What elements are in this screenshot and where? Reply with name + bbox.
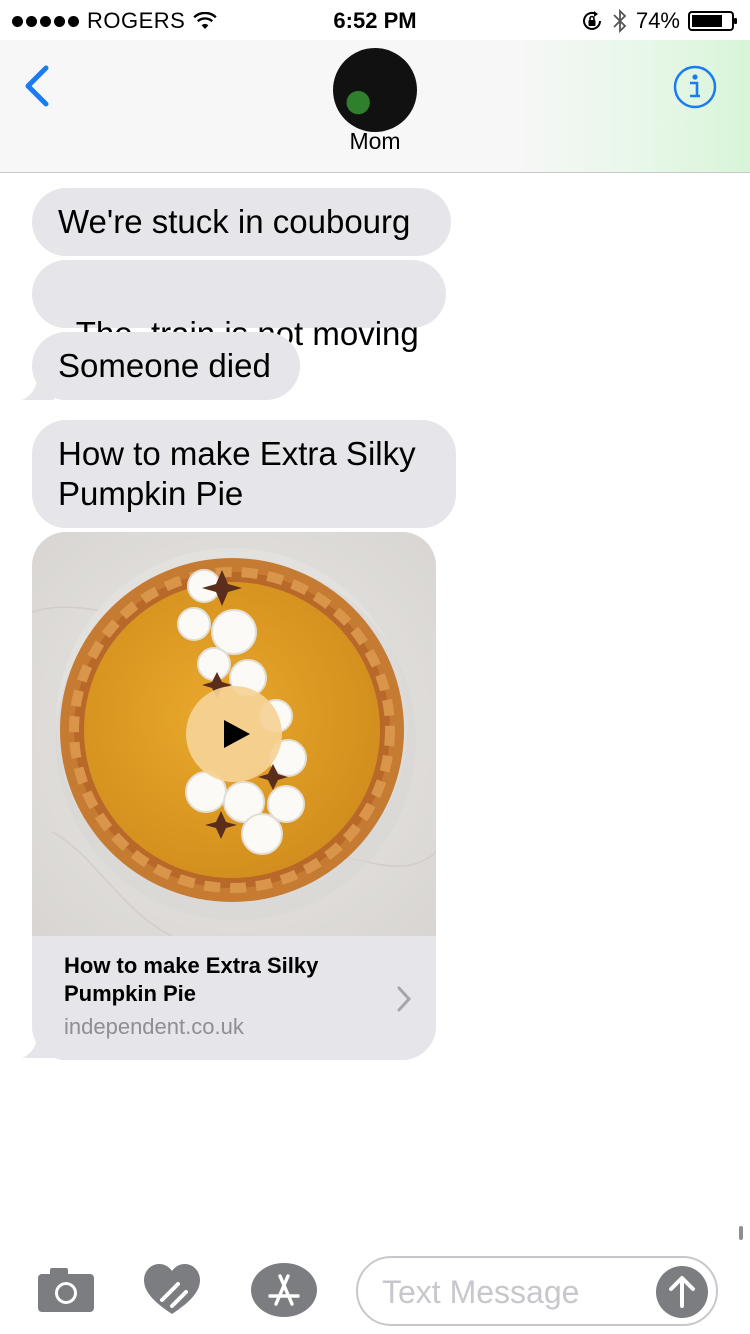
- status-bar: ROGERS 6:52 PM 74%: [0, 0, 750, 40]
- message-text: Someone died: [58, 347, 271, 384]
- incoming-message-bubble[interactable]: How to make Extra Silky Pumpkin Pie: [32, 420, 456, 528]
- link-title: How to make Extra Silky Pumpkin Pie: [64, 953, 319, 1006]
- scroll-indicator[interactable]: [739, 1226, 743, 1240]
- rotation-lock-icon: [582, 11, 601, 30]
- send-arrow-icon[interactable]: [656, 1266, 708, 1318]
- play-icon: [224, 720, 250, 748]
- message-text: We're stuck in coubourg: [58, 203, 411, 240]
- bluetooth-icon: [613, 8, 627, 34]
- camera-icon[interactable]: [36, 1266, 96, 1314]
- incoming-message-bubble[interactable]: Someone died: [32, 332, 300, 400]
- digital-touch-icon[interactable]: [142, 1262, 202, 1318]
- battery-percentage: 74%: [635, 8, 680, 33]
- info-button[interactable]: [672, 64, 718, 110]
- link-domain: independent.co.uk: [64, 1014, 244, 1039]
- back-button[interactable]: [18, 62, 58, 110]
- message-field[interactable]: [356, 1256, 718, 1326]
- app-store-icon[interactable]: [250, 1262, 318, 1318]
- link-preview-footer[interactable]: How to make Extra Silky Pumpkin Pie inde…: [32, 936, 436, 1060]
- play-button[interactable]: [186, 686, 282, 782]
- chevron-right-icon: [397, 986, 412, 1012]
- contact-avatar[interactable]: [333, 48, 417, 132]
- status-right: 74%: [580, 8, 738, 34]
- bubble-tail: [22, 372, 54, 400]
- contact-name[interactable]: Mom: [0, 128, 750, 155]
- message-text: How to make Extra Silky Pumpkin Pie: [58, 435, 416, 512]
- incoming-message-bubble[interactable]: We're stuck in coubourg: [32, 188, 451, 256]
- message-input-bar: [0, 1244, 750, 1334]
- incoming-message-bubble[interactable]: The train is not moving: [32, 260, 446, 352]
- conversation-header: Mom: [0, 40, 750, 173]
- battery-icon: [688, 11, 737, 31]
- text-message-input[interactable]: [382, 1270, 652, 1314]
- bubble-tail: [22, 1030, 54, 1058]
- link-preview-card[interactable]: How to make Extra Silky Pumpkin Pie inde…: [32, 532, 436, 1060]
